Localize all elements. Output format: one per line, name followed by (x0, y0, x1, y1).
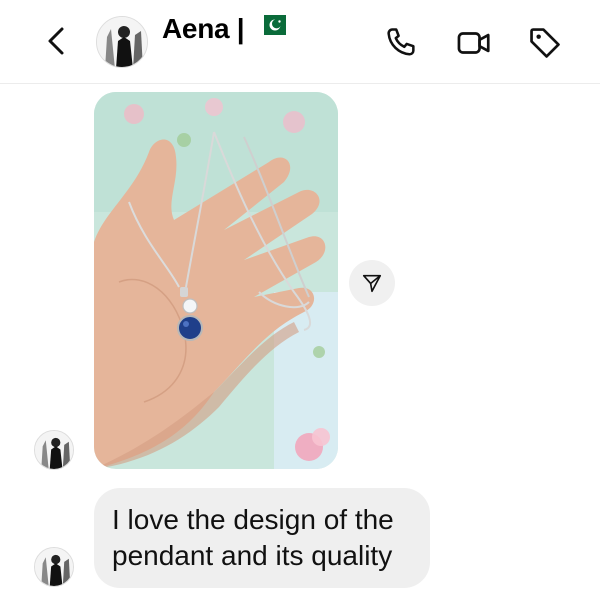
back-button[interactable] (40, 24, 74, 58)
pendant-photo (94, 92, 338, 469)
chevron-left-icon (48, 27, 64, 55)
message-text: I love the design of the pendant and its… (112, 504, 394, 571)
phone-icon (387, 28, 415, 56)
audio-call-button[interactable] (382, 24, 420, 62)
pakistan-flag-icon (255, 15, 286, 35)
share-button[interactable] (349, 260, 395, 306)
avatar-figure-image (35, 431, 73, 469)
send-arrow-icon (362, 274, 382, 293)
video-call-button[interactable] (455, 24, 493, 62)
header-divider (0, 83, 600, 84)
avatar-figure-image (35, 548, 73, 586)
contact-avatar[interactable] (96, 16, 148, 68)
sender-avatar[interactable] (34, 547, 74, 587)
contact-name[interactable]: Aena | (162, 13, 286, 45)
contact-name-text: Aena | (162, 13, 245, 44)
tag-button[interactable] (526, 24, 564, 62)
sender-avatar[interactable] (34, 430, 74, 470)
video-camera-icon (457, 32, 490, 54)
photo-message[interactable] (94, 92, 338, 469)
tag-icon (530, 28, 560, 58)
avatar-figure-image (97, 17, 147, 67)
chat-header: Aena | (0, 0, 600, 84)
text-message-bubble[interactable]: I love the design of the pendant and its… (94, 488, 430, 588)
